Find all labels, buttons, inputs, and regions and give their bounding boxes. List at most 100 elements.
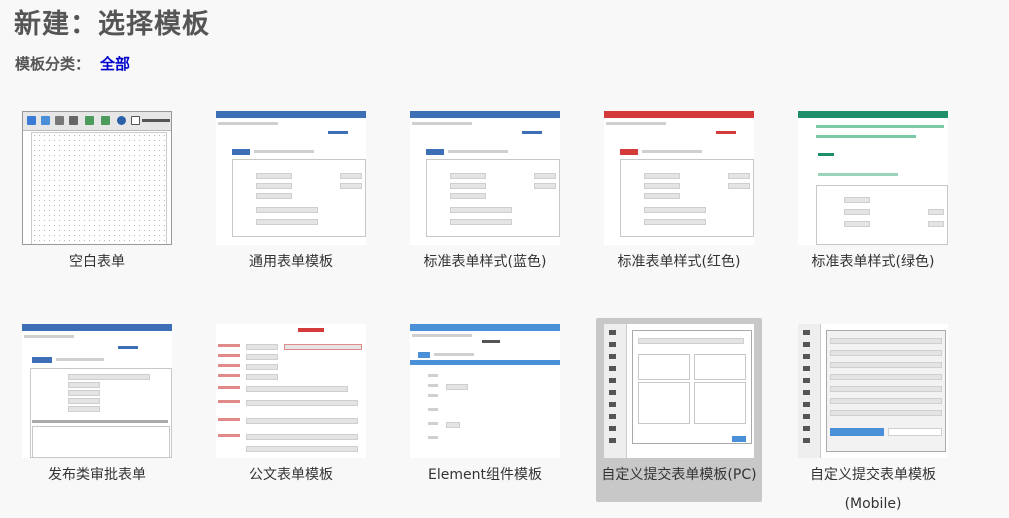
active-tab (620, 149, 638, 155)
doc-label (218, 354, 240, 357)
component-icon (609, 330, 616, 335)
template-label: 自定义提交表单模板(PC) (601, 467, 757, 483)
template-card-standard-red[interactable]: 标准表单样式(红色) (582, 111, 776, 271)
form-field (644, 183, 680, 189)
form-field (844, 209, 870, 215)
editor-toolbar (32, 420, 168, 423)
toolbar-row (816, 125, 944, 128)
active-tab (418, 352, 430, 358)
component-icon (803, 366, 810, 371)
component-icon (803, 402, 810, 407)
form-field (644, 219, 706, 225)
form-field (246, 434, 358, 440)
form-field (928, 209, 944, 215)
nav-line (412, 122, 472, 125)
form-area (232, 159, 366, 237)
form-field (450, 193, 486, 199)
component-icon (803, 342, 810, 347)
template-card-standard-blue[interactable]: 标准表单样式(蓝色) (388, 111, 582, 271)
nav-line (24, 335, 74, 338)
template-thumbnail (798, 111, 948, 245)
form-block (638, 354, 690, 380)
template-thumbnail (410, 324, 560, 458)
form-field (644, 207, 706, 213)
template-thumbnail (604, 324, 754, 458)
header-bar (604, 111, 754, 118)
doc-label (218, 344, 240, 347)
doc-label (218, 418, 240, 421)
preview-icon (55, 116, 64, 125)
form-field (830, 374, 942, 380)
form-field (638, 338, 744, 344)
form-field (68, 390, 100, 396)
header-bar (216, 111, 366, 118)
section-bar (410, 360, 560, 365)
autosave-checkbox-icon (131, 116, 140, 125)
form-title (328, 131, 348, 134)
form-field (256, 219, 318, 225)
form-field (830, 350, 942, 356)
component-icon (609, 438, 616, 443)
form-field (68, 406, 100, 412)
label-col (428, 384, 438, 387)
form-field (830, 410, 942, 416)
template-label: 标准表单样式(绿色) (811, 254, 935, 270)
template-card-standard-green[interactable]: 标准表单样式(绿色) (776, 111, 970, 271)
template-card-official-document[interactable]: 公文表单模板 (194, 324, 388, 484)
nav-line (218, 122, 278, 125)
template-card-blank[interactable]: 空白表单 (0, 111, 194, 271)
form-title (298, 328, 324, 332)
form-block (694, 382, 746, 424)
component-icon (609, 378, 616, 383)
template-card-general[interactable]: 通用表单模板 (194, 111, 388, 271)
form-field (340, 173, 362, 179)
template-card-custom-pc[interactable]: 自定义提交表单模板(PC) (596, 318, 762, 502)
component-icon (803, 354, 810, 359)
component-icon (609, 426, 616, 431)
template-card-publish-approval[interactable]: 发布类审批表单 (0, 324, 194, 484)
editor-area (32, 426, 170, 458)
form-field (534, 173, 556, 179)
form-field (728, 183, 750, 189)
form-field (246, 364, 278, 370)
form-field (644, 173, 680, 179)
form-field (928, 221, 944, 227)
doc-label (218, 386, 240, 389)
nav-line (412, 334, 472, 337)
template-label: 空白表单 (69, 254, 125, 270)
submit-button (732, 436, 746, 442)
form-field (844, 197, 870, 203)
form-field (256, 183, 292, 189)
template-label: 通用表单模板 (249, 254, 333, 270)
form-title (118, 346, 138, 349)
form-field (830, 386, 942, 392)
template-thumbnail (604, 111, 754, 245)
help-icon (117, 116, 126, 125)
template-card-custom-mobile[interactable]: 自定义提交表单模板 (Mobile) (776, 324, 970, 514)
component-icon (609, 366, 616, 371)
form-field (246, 386, 348, 392)
label-col (428, 374, 438, 377)
doc-label (218, 374, 240, 377)
open-icon (41, 116, 50, 125)
form-field (534, 183, 556, 189)
template-thumbnail (410, 111, 560, 245)
tab-line (448, 150, 508, 153)
form-field (68, 382, 100, 388)
doc-label (218, 434, 240, 437)
component-icon (803, 426, 810, 431)
template-card-element[interactable]: Element组件模板 (388, 324, 582, 484)
template-grid: 空白表单 通用表单模板 标准表单样式(蓝色) 标准表单样式(红色) 标准表单样式… (0, 0, 1009, 516)
label-col (428, 394, 438, 397)
label-col (428, 436, 438, 439)
form-title (716, 131, 736, 134)
template-thumbnail (216, 111, 366, 245)
component-icon (609, 414, 616, 419)
form-field (246, 418, 358, 424)
tab-line (642, 150, 702, 153)
label-col (428, 408, 438, 411)
form-title (482, 340, 500, 343)
toolbar-row (816, 135, 916, 138)
template-thumbnail (798, 324, 948, 458)
form-field (284, 344, 362, 350)
